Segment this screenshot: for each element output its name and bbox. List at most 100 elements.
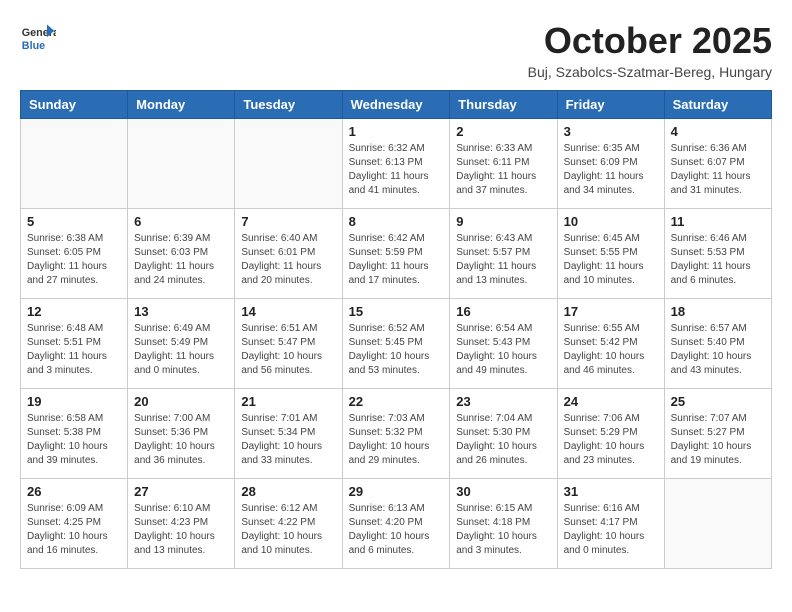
day-info: Sunrise: 6:43 AM Sunset: 5:57 PM Dayligh… bbox=[456, 232, 550, 288]
calendar-cell bbox=[128, 119, 235, 209]
day-number: 26 bbox=[27, 484, 121, 499]
day-number: 13 bbox=[134, 304, 228, 319]
calendar-cell: 11 Sunrise: 6:46 AM Sunset: 5:53 PM Dayli… bbox=[664, 209, 771, 299]
day-info: Sunrise: 6:51 AM Sunset: 5:47 PM Dayligh… bbox=[241, 322, 335, 378]
day-info: Sunrise: 7:01 AM Sunset: 5:34 PM Dayligh… bbox=[241, 412, 335, 468]
day-number: 5 bbox=[27, 214, 121, 229]
day-info: Sunrise: 6:46 AM Sunset: 5:53 PM Dayligh… bbox=[671, 232, 765, 288]
day-number: 27 bbox=[134, 484, 228, 499]
day-info: Sunrise: 6:39 AM Sunset: 6:03 PM Dayligh… bbox=[134, 232, 228, 288]
day-info: Sunrise: 7:07 AM Sunset: 5:27 PM Dayligh… bbox=[671, 412, 765, 468]
title-area: October 2025 Buj, Szabolcs-Szatmar-Bereg… bbox=[528, 20, 772, 80]
day-number: 31 bbox=[564, 484, 658, 499]
week-row-2: 5 Sunrise: 6:38 AM Sunset: 6:05 PM Daylig… bbox=[21, 209, 772, 299]
week-row-3: 12 Sunrise: 6:48 AM Sunset: 5:51 PM Dayli… bbox=[21, 299, 772, 389]
calendar-cell: 1 Sunrise: 6:32 AM Sunset: 6:13 PM Daylig… bbox=[342, 119, 450, 209]
calendar-cell: 9 Sunrise: 6:43 AM Sunset: 5:57 PM Daylig… bbox=[450, 209, 557, 299]
day-number: 7 bbox=[241, 214, 335, 229]
calendar-cell: 13Sunrise: 6:49 AM Sunset: 5:49 PM Dayli… bbox=[128, 299, 235, 389]
day-number: 14 bbox=[241, 304, 335, 319]
svg-text:Blue: Blue bbox=[22, 40, 45, 52]
calendar-cell: 23 Sunrise: 7:04 AM Sunset: 5:30 PM Dayli… bbox=[450, 389, 557, 479]
day-number: 8 bbox=[349, 214, 444, 229]
calendar-cell: 24 Sunrise: 7:06 AM Sunset: 5:29 PM Dayli… bbox=[557, 389, 664, 479]
weekday-header-sunday: Sunday bbox=[21, 91, 128, 119]
logo: General Blue bbox=[20, 20, 56, 56]
day-number: 18 bbox=[671, 304, 765, 319]
day-info: Sunrise: 6:57 AM Sunset: 5:40 PM Dayligh… bbox=[671, 322, 765, 378]
calendar-cell: 20 Sunrise: 7:00 AM Sunset: 5:36 PM Dayli… bbox=[128, 389, 235, 479]
weekday-header-tuesday: Tuesday bbox=[235, 91, 342, 119]
day-info: Sunrise: 7:04 AM Sunset: 5:30 PM Dayligh… bbox=[456, 412, 550, 468]
week-row-1: 1 Sunrise: 6:32 AM Sunset: 6:13 PM Daylig… bbox=[21, 119, 772, 209]
day-info: Sunrise: 6:12 AM Sunset: 4:22 PM Dayligh… bbox=[241, 502, 335, 558]
day-info: Sunrise: 6:58 AM Sunset: 5:38 PM Dayligh… bbox=[27, 412, 121, 468]
calendar-cell: 15Sunrise: 6:52 AM Sunset: 5:45 PM Dayli… bbox=[342, 299, 450, 389]
weekday-header-wednesday: Wednesday bbox=[342, 91, 450, 119]
calendar-cell: 28 Sunrise: 6:12 AM Sunset: 4:22 PM Dayli… bbox=[235, 479, 342, 569]
calendar-cell: 29Sunrise: 6:13 AM Sunset: 4:20 PM Dayli… bbox=[342, 479, 450, 569]
weekday-header-thursday: Thursday bbox=[450, 91, 557, 119]
calendar-cell: 31 Sunrise: 6:16 AM Sunset: 4:17 PM Dayli… bbox=[557, 479, 664, 569]
day-number: 10 bbox=[564, 214, 658, 229]
calendar-cell: 30Sunrise: 6:15 AM Sunset: 4:18 PM Dayli… bbox=[450, 479, 557, 569]
day-info: Sunrise: 6:45 AM Sunset: 5:55 PM Dayligh… bbox=[564, 232, 658, 288]
weekday-header-saturday: Saturday bbox=[664, 91, 771, 119]
day-info: Sunrise: 6:55 AM Sunset: 5:42 PM Dayligh… bbox=[564, 322, 658, 378]
day-info: Sunrise: 7:06 AM Sunset: 5:29 PM Dayligh… bbox=[564, 412, 658, 468]
calendar-cell: 27 Sunrise: 6:10 AM Sunset: 4:23 PM Dayli… bbox=[128, 479, 235, 569]
calendar-cell: 19 Sunrise: 6:58 AM Sunset: 5:38 PM Dayli… bbox=[21, 389, 128, 479]
day-info: Sunrise: 6:40 AM Sunset: 6:01 PM Dayligh… bbox=[241, 232, 335, 288]
month-title: October 2025 bbox=[528, 20, 772, 62]
day-number: 25 bbox=[671, 394, 765, 409]
calendar-cell: 5 Sunrise: 6:38 AM Sunset: 6:05 PM Daylig… bbox=[21, 209, 128, 299]
day-info: Sunrise: 6:35 AM Sunset: 6:09 PM Dayligh… bbox=[564, 142, 658, 198]
day-number: 11 bbox=[671, 214, 765, 229]
calendar-cell: 12 Sunrise: 6:48 AM Sunset: 5:51 PM Dayli… bbox=[21, 299, 128, 389]
day-info: Sunrise: 6:15 AM Sunset: 4:18 PM Dayligh… bbox=[456, 502, 550, 558]
calendar-cell: 10 Sunrise: 6:45 AM Sunset: 5:55 PM Dayli… bbox=[557, 209, 664, 299]
day-number: 16 bbox=[456, 304, 550, 319]
day-number: 12 bbox=[27, 304, 121, 319]
day-info: Sunrise: 7:00 AM Sunset: 5:36 PM Dayligh… bbox=[134, 412, 228, 468]
day-info: Sunrise: 6:42 AM Sunset: 5:59 PM Dayligh… bbox=[349, 232, 444, 288]
day-info: Sunrise: 6:16 AM Sunset: 4:17 PM Dayligh… bbox=[564, 502, 658, 558]
day-number: 4 bbox=[671, 124, 765, 139]
calendar-cell bbox=[664, 479, 771, 569]
day-info: Sunrise: 6:54 AM Sunset: 5:43 PM Dayligh… bbox=[456, 322, 550, 378]
calendar-cell: 8 Sunrise: 6:42 AM Sunset: 5:59 PM Daylig… bbox=[342, 209, 450, 299]
day-number: 6 bbox=[134, 214, 228, 229]
day-number: 9 bbox=[456, 214, 550, 229]
weekday-header-friday: Friday bbox=[557, 91, 664, 119]
day-number: 19 bbox=[27, 394, 121, 409]
day-info: Sunrise: 6:10 AM Sunset: 4:23 PM Dayligh… bbox=[134, 502, 228, 558]
day-number: 20 bbox=[134, 394, 228, 409]
day-number: 22 bbox=[349, 394, 444, 409]
weekday-header-row: SundayMondayTuesdayWednesdayThursdayFrid… bbox=[21, 91, 772, 119]
day-number: 2 bbox=[456, 124, 550, 139]
calendar-cell bbox=[21, 119, 128, 209]
calendar-cell: 16 Sunrise: 6:54 AM Sunset: 5:43 PM Dayli… bbox=[450, 299, 557, 389]
calendar-table: SundayMondayTuesdayWednesdayThursdayFrid… bbox=[20, 90, 772, 569]
weekday-header-monday: Monday bbox=[128, 91, 235, 119]
day-number: 23 bbox=[456, 394, 550, 409]
day-number: 24 bbox=[564, 394, 658, 409]
calendar-cell: 25 Sunrise: 7:07 AM Sunset: 5:27 PM Dayli… bbox=[664, 389, 771, 479]
calendar-cell: 26 Sunrise: 6:09 AM Sunset: 4:25 PM Dayli… bbox=[21, 479, 128, 569]
day-number: 28 bbox=[241, 484, 335, 499]
day-info: Sunrise: 6:32 AM Sunset: 6:13 PM Dayligh… bbox=[349, 142, 444, 198]
calendar-cell bbox=[235, 119, 342, 209]
week-row-4: 19 Sunrise: 6:58 AM Sunset: 5:38 PM Dayli… bbox=[21, 389, 772, 479]
calendar-cell: 4Sunrise: 6:36 AM Sunset: 6:07 PM Daylig… bbox=[664, 119, 771, 209]
day-info: Sunrise: 6:13 AM Sunset: 4:20 PM Dayligh… bbox=[349, 502, 444, 558]
calendar-cell: 7 Sunrise: 6:40 AM Sunset: 6:01 PM Daylig… bbox=[235, 209, 342, 299]
day-info: Sunrise: 6:33 AM Sunset: 6:11 PM Dayligh… bbox=[456, 142, 550, 198]
calendar-cell: 18 Sunrise: 6:57 AM Sunset: 5:40 PM Dayli… bbox=[664, 299, 771, 389]
day-info: Sunrise: 6:09 AM Sunset: 4:25 PM Dayligh… bbox=[27, 502, 121, 558]
day-number: 1 bbox=[349, 124, 444, 139]
calendar-cell: 14 Sunrise: 6:51 AM Sunset: 5:47 PM Dayli… bbox=[235, 299, 342, 389]
calendar-cell: 22Sunrise: 7:03 AM Sunset: 5:32 PM Dayli… bbox=[342, 389, 450, 479]
calendar-cell: 21Sunrise: 7:01 AM Sunset: 5:34 PM Dayli… bbox=[235, 389, 342, 479]
day-info: Sunrise: 6:38 AM Sunset: 6:05 PM Dayligh… bbox=[27, 232, 121, 288]
day-info: Sunrise: 6:48 AM Sunset: 5:51 PM Dayligh… bbox=[27, 322, 121, 378]
